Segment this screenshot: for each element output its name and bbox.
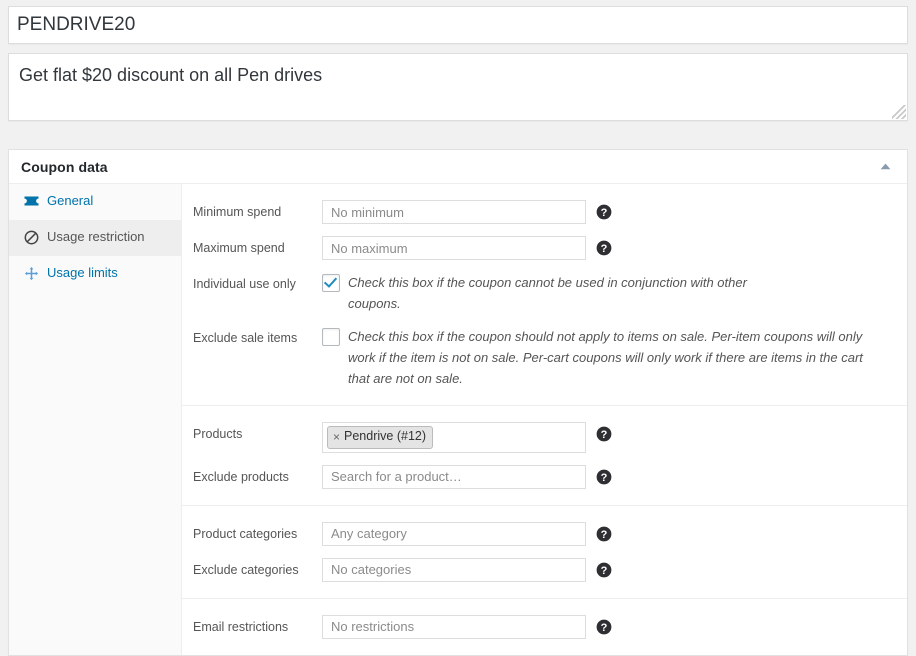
field-row-minimum-spend: Minimum spend ?: [182, 194, 907, 230]
coupon-title-field-wrapper: [8, 6, 908, 44]
tab-usage-limits[interactable]: Usage limits: [9, 256, 181, 292]
svg-text:?: ?: [601, 207, 608, 219]
field-row-exclude-products: Exclude products ?: [182, 459, 907, 495]
product-categories-input[interactable]: [322, 522, 586, 546]
coupon-data-tabs: General Usage restriction: [9, 184, 182, 655]
help-icon[interactable]: ?: [596, 562, 612, 578]
field-group-email: Email restrictions ?: [182, 599, 907, 655]
exclude-sale-items-checkbox[interactable]: [322, 328, 340, 346]
coupon-description-field-wrapper: Get flat $20 discount on all Pen drives: [8, 53, 908, 121]
help-icon[interactable]: ?: [596, 469, 612, 485]
label-email-restrictions: Email restrictions: [182, 615, 322, 637]
product-token[interactable]: × Pendrive (#12): [327, 426, 433, 449]
field-row-exclude-categories: Exclude categories ?: [182, 552, 907, 588]
usage-restriction-fields: Minimum spend ? Maximum: [182, 184, 907, 655]
help-icon[interactable]: ?: [596, 526, 612, 542]
control-minimum-spend: ?: [322, 200, 907, 224]
label-exclude-sale-items: Exclude sale items: [182, 326, 322, 348]
coupon-data-panel: Coupon data General: [8, 149, 908, 656]
control-exclude-products: ?: [322, 465, 907, 489]
minimum-spend-input[interactable]: [322, 200, 586, 224]
field-group-products: Products × Pendrive (#12): [182, 406, 907, 506]
panel-title: Coupon data: [21, 159, 108, 175]
help-icon[interactable]: ?: [596, 426, 612, 442]
control-exclude-sale-items: Check this box if the coupon should not …: [322, 326, 907, 389]
label-minimum-spend: Minimum spend: [182, 200, 322, 222]
tab-usage-limits-label: Usage limits: [47, 265, 118, 282]
tab-usage-restriction-label: Usage restriction: [47, 229, 145, 246]
ticket-icon: [23, 193, 39, 209]
coupon-data-panel-body: General Usage restriction: [9, 184, 907, 655]
field-row-exclude-sale-items: Exclude sale items Check this box if the…: [182, 320, 907, 395]
label-products: Products: [182, 422, 322, 444]
no-entry-icon: [23, 229, 39, 245]
coupon-edit-page: Get flat $20 discount on all Pen drives …: [0, 0, 916, 656]
field-group-categories: Product categories ? Ex: [182, 506, 907, 599]
label-exclude-categories: Exclude categories: [182, 558, 322, 580]
chevron-up-icon[interactable]: [875, 157, 895, 177]
control-product-categories: ?: [322, 522, 907, 546]
svg-text:?: ?: [601, 472, 608, 484]
products-token-field[interactable]: × Pendrive (#12): [322, 422, 586, 453]
exclude-sale-items-description: Check this box if the coupon should not …: [348, 326, 867, 389]
coupon-data-panel-header: Coupon data: [9, 150, 907, 184]
coupon-description-textarea[interactable]: Get flat $20 discount on all Pen drives: [9, 54, 907, 120]
control-maximum-spend: ?: [322, 236, 907, 260]
expand-arrows-icon: [23, 265, 39, 281]
email-restrictions-input[interactable]: [322, 615, 586, 639]
exclude-categories-input[interactable]: [322, 558, 586, 582]
field-row-products: Products × Pendrive (#12): [182, 416, 907, 459]
coupon-title-input[interactable]: [17, 12, 899, 39]
help-icon[interactable]: ?: [596, 619, 612, 635]
field-row-product-categories: Product categories ?: [182, 516, 907, 552]
remove-token-icon[interactable]: ×: [333, 431, 340, 443]
maximum-spend-input[interactable]: [322, 236, 586, 260]
field-row-individual-use-only: Individual use only Check this box if th…: [182, 266, 907, 320]
svg-text:?: ?: [601, 529, 608, 541]
label-maximum-spend: Maximum spend: [182, 236, 322, 258]
control-email-restrictions: ?: [322, 615, 907, 639]
control-exclude-categories: ?: [322, 558, 907, 582]
svg-text:?: ?: [601, 429, 608, 441]
control-products: × Pendrive (#12) ?: [322, 422, 907, 453]
svg-text:?: ?: [601, 565, 608, 577]
tab-general[interactable]: General: [9, 184, 181, 220]
help-icon[interactable]: ?: [596, 240, 612, 256]
field-row-maximum-spend: Maximum spend ?: [182, 230, 907, 266]
individual-use-only-description: Check this box if the coupon cannot be u…: [348, 272, 778, 314]
field-group-spend: Minimum spend ? Maximum: [182, 184, 907, 406]
help-icon[interactable]: ?: [596, 204, 612, 220]
control-individual-use-only: Check this box if the coupon cannot be u…: [322, 272, 907, 314]
svg-text:?: ?: [601, 243, 608, 255]
tab-usage-restriction[interactable]: Usage restriction: [9, 220, 181, 256]
label-exclude-products: Exclude products: [182, 465, 322, 487]
individual-use-only-checkbox[interactable]: [322, 274, 340, 292]
label-individual-use-only: Individual use only: [182, 272, 322, 294]
tab-general-label: General: [47, 193, 93, 210]
product-token-label: Pendrive (#12): [344, 428, 426, 446]
exclude-products-input[interactable]: [322, 465, 586, 489]
field-row-email-restrictions: Email restrictions ?: [182, 609, 907, 645]
label-product-categories: Product categories: [182, 522, 322, 544]
